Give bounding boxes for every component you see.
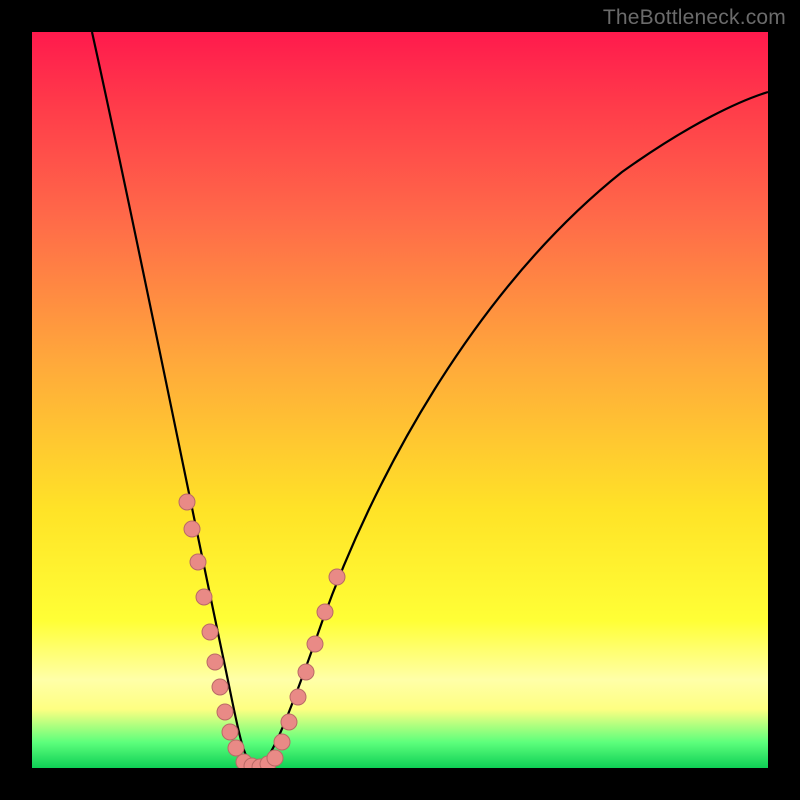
marker-dot bbox=[267, 750, 283, 766]
marker-dot bbox=[184, 521, 200, 537]
marker-dot bbox=[298, 664, 314, 680]
plot-area bbox=[32, 32, 768, 768]
marker-dot bbox=[290, 689, 306, 705]
marker-dot bbox=[281, 714, 297, 730]
bottleneck-curve bbox=[92, 32, 768, 766]
marker-dot bbox=[207, 654, 223, 670]
marker-dot bbox=[317, 604, 333, 620]
marker-dot bbox=[190, 554, 206, 570]
watermark-text: TheBottleneck.com bbox=[603, 6, 786, 30]
marker-dot bbox=[222, 724, 238, 740]
marker-dot bbox=[217, 704, 233, 720]
chart-svg bbox=[32, 32, 768, 768]
marker-dot bbox=[212, 679, 228, 695]
right-arm-markers bbox=[267, 569, 345, 766]
marker-dot bbox=[307, 636, 323, 652]
left-arm-markers bbox=[179, 494, 244, 756]
marker-dot bbox=[228, 740, 244, 756]
marker-dot bbox=[329, 569, 345, 585]
marker-dot bbox=[179, 494, 195, 510]
marker-dot bbox=[202, 624, 218, 640]
marker-dot bbox=[274, 734, 290, 750]
chart-frame: TheBottleneck.com bbox=[0, 0, 800, 800]
marker-dot bbox=[196, 589, 212, 605]
